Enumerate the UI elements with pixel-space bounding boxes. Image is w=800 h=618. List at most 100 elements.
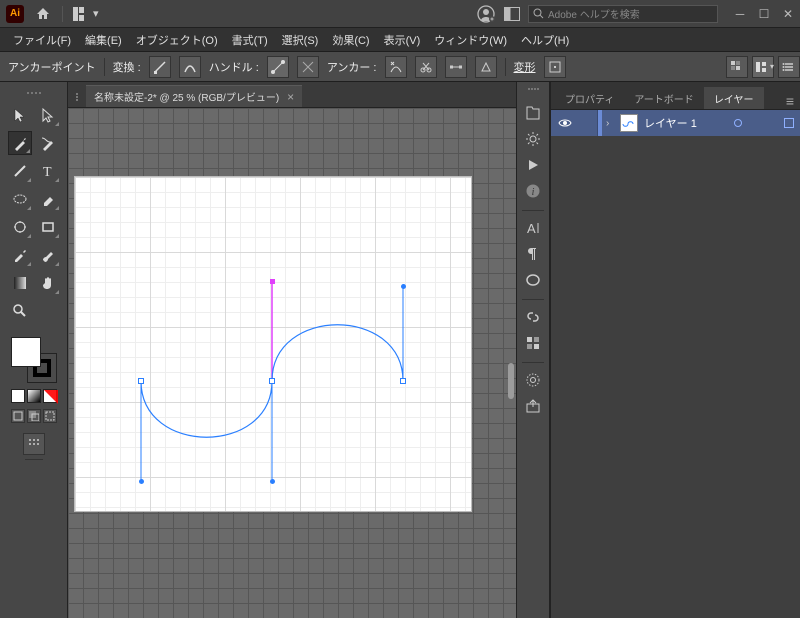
- handle-show-button[interactable]: [267, 56, 289, 78]
- toolbox-drag-handle[interactable]: [22, 92, 46, 97]
- menu-select[interactable]: 選択(S): [275, 32, 326, 48]
- rectangle-tool[interactable]: [36, 215, 60, 239]
- handle-hide-button[interactable]: [297, 56, 319, 78]
- options-list-button[interactable]: [778, 56, 800, 78]
- eraser-tool[interactable]: [36, 187, 60, 211]
- zoom-tool[interactable]: [8, 299, 32, 323]
- type-tool[interactable]: T: [36, 159, 60, 183]
- close-tab-icon[interactable]: ×: [287, 90, 294, 104]
- convert-label: 変換 :: [113, 59, 141, 75]
- selection-tool[interactable]: [8, 103, 32, 127]
- menu-file[interactable]: ファイル(F): [6, 32, 78, 48]
- color-mode-button[interactable]: [11, 389, 25, 403]
- reference-point-button[interactable]: [544, 56, 566, 78]
- convert-to-smooth-button[interactable]: [179, 56, 201, 78]
- menu-view[interactable]: 表示(V): [377, 32, 428, 48]
- fill-stroke-swatch[interactable]: [11, 337, 57, 383]
- control-bar: アンカーポイント 変換 : ハンドル : アンカー : 変形 ▾: [0, 52, 800, 82]
- target-icon[interactable]: [734, 119, 742, 127]
- layer-name[interactable]: レイヤー 1: [644, 115, 697, 131]
- tab-artboards[interactable]: アートボード: [624, 87, 703, 109]
- anchor-point[interactable]: [269, 378, 275, 384]
- gradient-tool[interactable]: [8, 271, 32, 295]
- swatches-icon[interactable]: [522, 332, 544, 354]
- ellipse-tool[interactable]: [8, 187, 32, 211]
- none-mode-button[interactable]: [43, 389, 57, 403]
- menu-type[interactable]: 書式(T): [225, 32, 275, 48]
- transform-link[interactable]: 変形: [514, 59, 536, 75]
- draw-behind-button[interactable]: [27, 409, 41, 423]
- layer-thumbnail: [620, 114, 638, 132]
- isolate-button[interactable]: ▾: [752, 56, 774, 78]
- tab-properties[interactable]: プロパティ: [555, 87, 624, 109]
- play-icon[interactable]: [522, 154, 544, 176]
- direct-selection-tool[interactable]: [36, 103, 60, 127]
- export-icon[interactable]: [522, 395, 544, 417]
- expand-layer-icon[interactable]: ›: [606, 118, 620, 129]
- opentype-icon[interactable]: [522, 269, 544, 291]
- handle-point[interactable]: [401, 284, 406, 289]
- menu-edit[interactable]: 編集(E): [78, 32, 129, 48]
- canvas[interactable]: [68, 108, 516, 618]
- free-transform-tool[interactable]: [8, 215, 32, 239]
- draw-inside-button[interactable]: [43, 409, 57, 423]
- links-icon[interactable]: [522, 306, 544, 328]
- menu-window[interactable]: ウィンドウ(W): [427, 32, 514, 48]
- tab-layers[interactable]: レイヤー: [704, 87, 764, 109]
- close-button[interactable]: ✕: [776, 4, 800, 24]
- gear-icon[interactable]: [522, 128, 544, 150]
- handle-label: ハンドル :: [209, 59, 259, 75]
- maximize-button[interactable]: ☐: [752, 4, 776, 24]
- visibility-icon[interactable]: [551, 118, 579, 128]
- handle-point[interactable]: [139, 479, 144, 484]
- workspace-switcher[interactable]: ▾: [73, 7, 99, 21]
- info-icon[interactable]: i: [522, 180, 544, 202]
- doc-tabs-handle[interactable]: [76, 93, 82, 101]
- gradient-mode-button[interactable]: [27, 389, 41, 403]
- anchor-remove-button[interactable]: [385, 56, 407, 78]
- toolbox: T: [0, 82, 68, 618]
- color-icon[interactable]: [522, 369, 544, 391]
- eyedropper-tool[interactable]: [8, 243, 32, 267]
- pen-tool[interactable]: [8, 131, 32, 155]
- draw-normal-button[interactable]: [11, 409, 25, 423]
- account-icon[interactable]: [476, 4, 496, 24]
- svg-text:A: A: [527, 221, 536, 236]
- connect-points-button[interactable]: [445, 56, 467, 78]
- align-pixel-button[interactable]: [726, 56, 748, 78]
- empty-slot: [36, 299, 60, 323]
- menubar: ファイル(F) 編集(E) オブジェクト(O) 書式(T) 選択(S) 効果(C…: [0, 28, 800, 52]
- menu-object[interactable]: オブジェクト(O): [129, 32, 225, 48]
- anchor-point[interactable]: [138, 378, 144, 384]
- vector-path[interactable]: [74, 176, 472, 512]
- svg-text:T: T: [43, 165, 52, 179]
- fill-swatch[interactable]: [11, 337, 41, 367]
- help-search[interactable]: Adobe ヘルプを検索: [528, 5, 718, 23]
- character-icon[interactable]: A: [522, 217, 544, 239]
- hand-tool[interactable]: [36, 271, 60, 295]
- convert-to-corner-button[interactable]: [149, 56, 171, 78]
- document-tab[interactable]: 名称未設定-2* @ 25 % (RGB/プレビュー) ×: [86, 85, 302, 107]
- menu-effect[interactable]: 効果(C): [325, 32, 376, 48]
- curvature-tool[interactable]: [36, 131, 60, 155]
- menu-help[interactable]: ヘルプ(H): [514, 32, 576, 48]
- handle-point[interactable]: [270, 479, 275, 484]
- cut-path-button[interactable]: [415, 56, 437, 78]
- minimize-button[interactable]: ─: [728, 4, 752, 24]
- paragraph-icon[interactable]: [522, 243, 544, 265]
- anchor-point[interactable]: [400, 378, 406, 384]
- path-close-button[interactable]: [475, 56, 497, 78]
- home-icon[interactable]: [34, 5, 52, 23]
- strip-drag-handle[interactable]: [528, 88, 539, 90]
- line-tool[interactable]: [8, 159, 32, 183]
- vertical-scrollbar[interactable]: [508, 363, 514, 399]
- layer-row[interactable]: › レイヤー 1: [551, 110, 800, 136]
- edit-toolbar-button[interactable]: [23, 433, 45, 455]
- search-icon: [533, 8, 544, 19]
- panel-menu-icon[interactable]: ≡: [786, 93, 794, 109]
- selected-handle-point[interactable]: [270, 279, 275, 284]
- screen-mode-icon[interactable]: [504, 7, 520, 21]
- paintbrush-tool[interactable]: [36, 243, 60, 267]
- svg-text:i: i: [532, 187, 535, 198]
- libraries-icon[interactable]: [522, 102, 544, 124]
